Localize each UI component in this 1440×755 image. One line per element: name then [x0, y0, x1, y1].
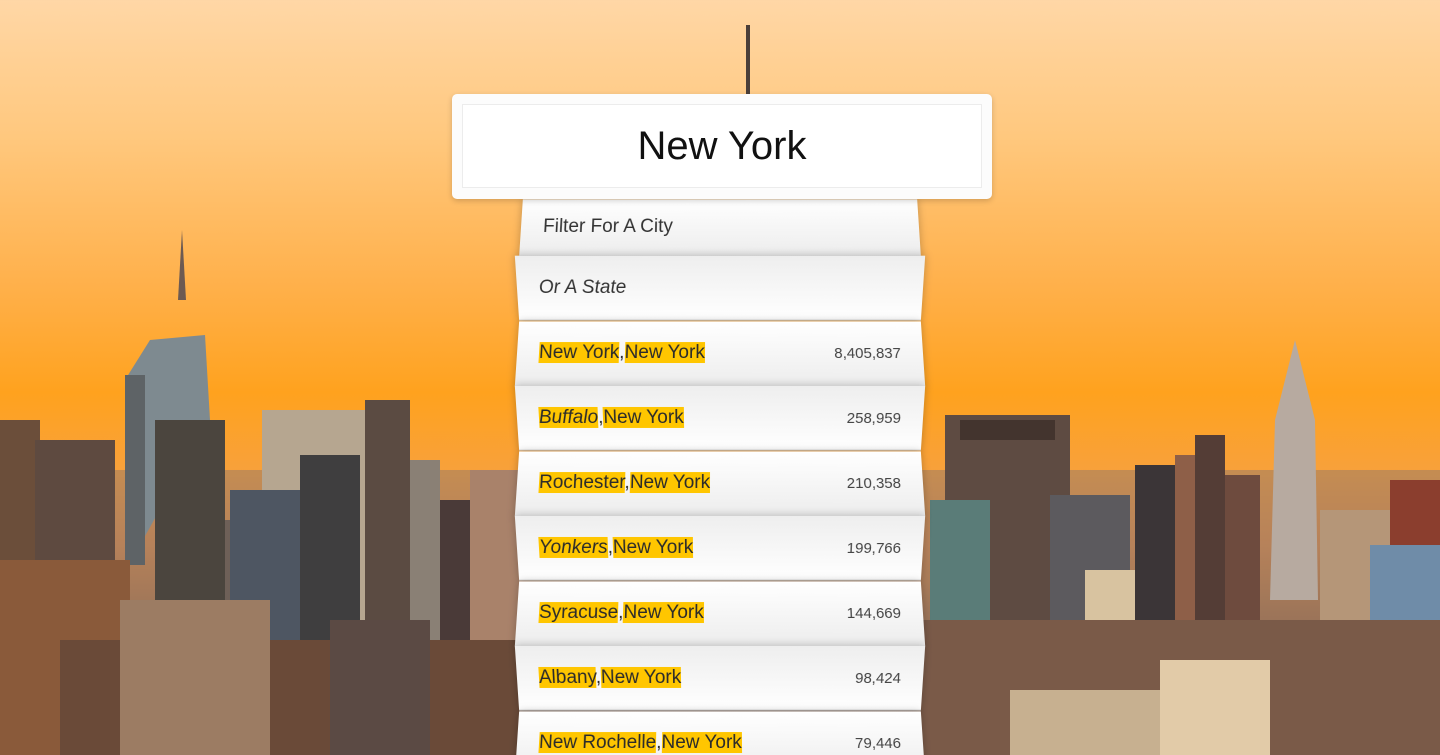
suggestion-item[interactable]: Albany,New York 98,424 [514, 645, 926, 711]
city-highlight: Albany [538, 666, 597, 688]
city-highlight: Buffalo [538, 406, 599, 428]
city-highlight: Syracuse [538, 602, 619, 624]
place-name: New Rochelle,New York [538, 732, 742, 754]
population: 258,959 [846, 409, 902, 427]
suggestion-item[interactable]: Rochester,New York 210,358 [514, 451, 926, 517]
place-name: Syracuse,New York [538, 602, 704, 624]
hint-filter-state: Or A State [514, 255, 926, 321]
city-highlight: New York [538, 342, 620, 364]
suggestion-item[interactable]: New Rochelle,New York 79,446 [514, 711, 926, 755]
state-highlight: New York [612, 536, 694, 558]
suggestions-list: Filter For A City Or A State New York,Ne… [514, 199, 926, 755]
place-name: New York,New York [538, 342, 705, 364]
suggestion-item[interactable]: Yonkers,New York 199,766 [514, 515, 926, 581]
place-name: Rochester,New York [538, 472, 711, 494]
place-name: Buffalo,New York [538, 406, 684, 429]
hint-text: Filter For A City [542, 216, 674, 238]
state-highlight: New York [602, 406, 684, 428]
state-highlight: New York [623, 602, 704, 624]
population: 8,405,837 [833, 344, 902, 362]
population: 210,358 [846, 474, 902, 492]
state-highlight: New York [600, 666, 682, 688]
population: 79,446 [854, 734, 902, 752]
search-input[interactable] [462, 104, 982, 188]
population: 144,669 [846, 604, 902, 622]
state-highlight: New York [661, 732, 742, 754]
population: 199,766 [846, 539, 902, 557]
population: 98,424 [854, 669, 902, 687]
city-highlight: Yonkers [538, 536, 609, 558]
place-name: Albany,New York [538, 666, 682, 689]
state-highlight: New York [629, 472, 711, 494]
city-highlight: New Rochelle [538, 732, 657, 754]
suggestion-item[interactable]: Syracuse,New York 144,669 [514, 581, 926, 647]
hint-filter-city: Filter For A City [519, 199, 921, 257]
suggestion-item[interactable]: Buffalo,New York 258,959 [514, 385, 926, 451]
city-highlight: Rochester [538, 472, 625, 494]
place-name: Yonkers,New York [538, 536, 694, 559]
search-form [452, 94, 992, 199]
hint-text: Or A State [538, 276, 627, 298]
state-highlight: New York [624, 342, 705, 364]
suggestion-item[interactable]: New York,New York 8,405,837 [514, 321, 926, 387]
